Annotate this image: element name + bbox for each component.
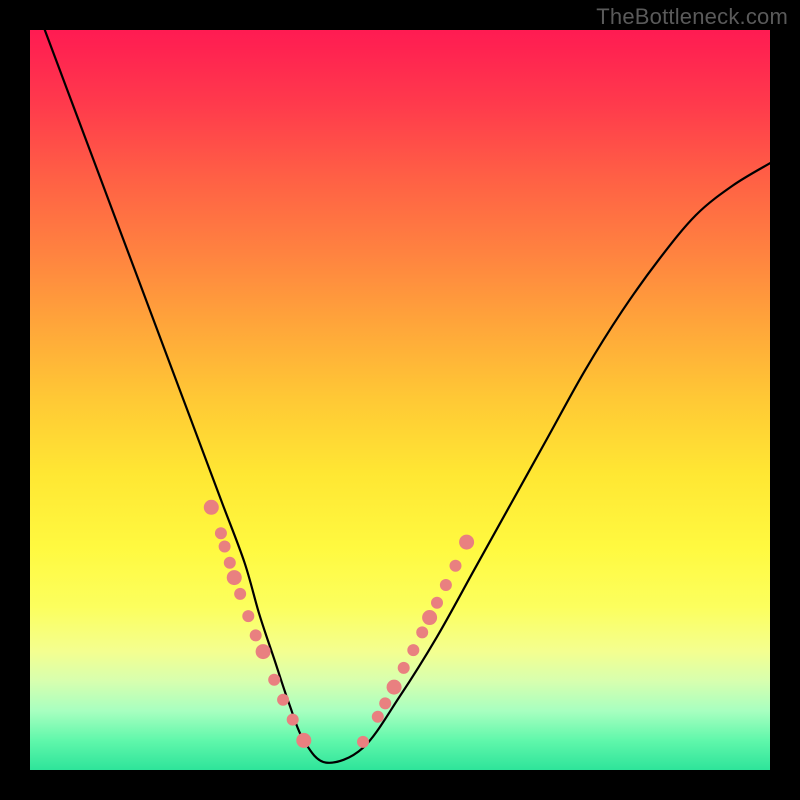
bottleneck-curve bbox=[45, 30, 770, 763]
marker-dot bbox=[431, 597, 443, 609]
marker-dot bbox=[422, 610, 437, 625]
marker-dot bbox=[268, 674, 280, 686]
marker-dot bbox=[398, 662, 410, 674]
marker-dot bbox=[256, 644, 271, 659]
marker-dot bbox=[450, 560, 462, 572]
marker-dot bbox=[296, 733, 311, 748]
marker-dot bbox=[219, 541, 231, 553]
marker-dot bbox=[277, 694, 289, 706]
marker-dot bbox=[224, 557, 236, 569]
marker-dot bbox=[287, 714, 299, 726]
marker-dot bbox=[459, 535, 474, 550]
marker-dot bbox=[234, 588, 246, 600]
chart-frame: TheBottleneck.com bbox=[0, 0, 800, 800]
marker-dot bbox=[387, 680, 402, 695]
marker-dot bbox=[416, 626, 428, 638]
marker-dot bbox=[407, 644, 419, 656]
marker-dot bbox=[204, 500, 219, 515]
watermark-text: TheBottleneck.com bbox=[596, 4, 788, 30]
marker-dot bbox=[250, 629, 262, 641]
marker-dot bbox=[227, 570, 242, 585]
marker-dot bbox=[379, 697, 391, 709]
marker-dot bbox=[440, 579, 452, 591]
curve-svg bbox=[30, 30, 770, 770]
plot-area bbox=[30, 30, 770, 770]
marker-dot bbox=[242, 610, 254, 622]
marker-dot bbox=[215, 527, 227, 539]
marker-dot bbox=[372, 711, 384, 723]
marker-dot bbox=[357, 736, 369, 748]
